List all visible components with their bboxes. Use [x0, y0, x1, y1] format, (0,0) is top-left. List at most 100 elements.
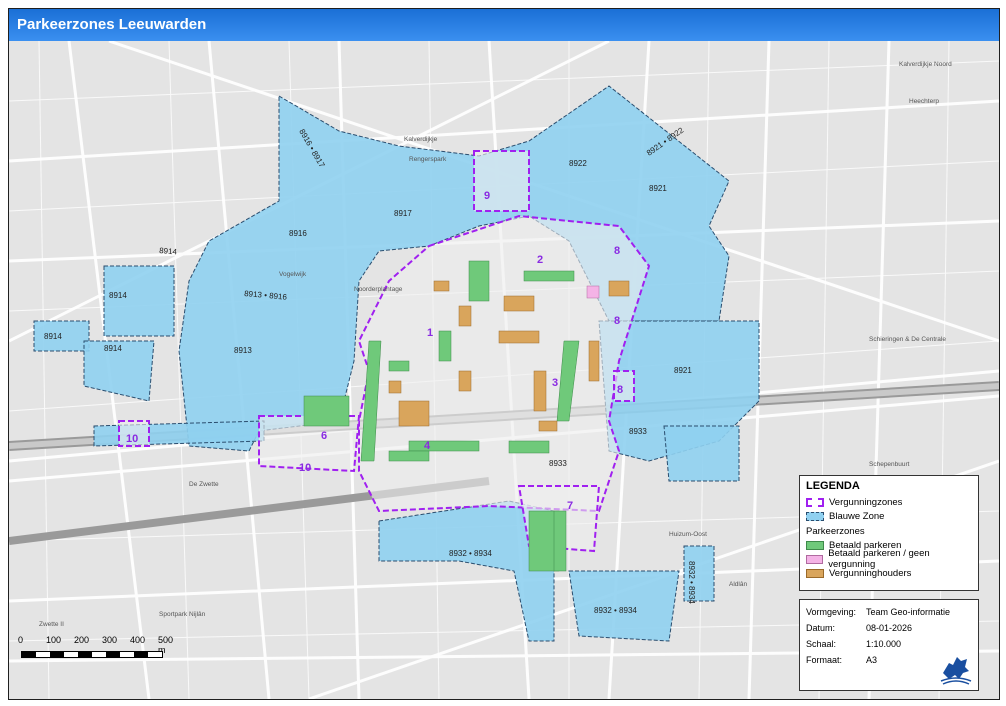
- meta-value: Team Geo-informatie: [866, 607, 951, 617]
- permit-zone-9: [473, 150, 530, 212]
- street-label: Aldlân: [729, 581, 747, 588]
- paid-parking-block-1: [468, 260, 490, 302]
- scale-labels: 0 100 200 300 400 500 m: [18, 635, 173, 655]
- street-label: Noorderplantage: [354, 286, 403, 293]
- scale-label: 300: [102, 635, 118, 645]
- scale-label: 100: [46, 635, 62, 645]
- map-frame: Parkeerzones Leeuwarden 8916 8917 8922 8…: [8, 8, 1000, 700]
- meta-value: 1:10.000: [866, 639, 902, 649]
- permit-holder-block-10: [538, 420, 558, 432]
- blue-zone-label: 8921: [649, 184, 667, 193]
- blue-zone-label: 8917: [394, 209, 412, 218]
- street-label: Huizum-Oost: [669, 531, 707, 538]
- blue-zone-label: 8916: [289, 229, 307, 238]
- permit-zone-label: 2: [537, 254, 543, 266]
- permit-holder-block-6: [533, 370, 547, 412]
- legend-swatch-paid: [806, 540, 824, 550]
- permit-holder-block-2: [458, 305, 472, 327]
- paid-parking-block-8: [388, 450, 430, 462]
- map-title: Parkeerzones Leeuwarden: [9, 9, 999, 41]
- meta-key: Formaat:: [806, 655, 843, 665]
- legend-label: Blauwe Zone: [829, 510, 885, 522]
- blue-zone-east-2: [663, 425, 740, 482]
- legend-title: LEGENDA: [806, 480, 860, 492]
- permit-holder-block-1: [433, 280, 450, 292]
- street-label: Kalverdijkje: [404, 136, 438, 143]
- paid-parking-block-6: [438, 330, 452, 362]
- street-label: Schepenbuurt: [869, 461, 910, 468]
- paid-parking-block-9: [508, 440, 550, 454]
- legend-item-blauwe-zone: Blauwe Zone: [806, 509, 972, 523]
- street-label: Sportpark Nijlân: [159, 611, 206, 618]
- legend-swatch-orange: [806, 568, 824, 578]
- permit-holder-block-5: [398, 400, 430, 427]
- permit-holder-block-4: [498, 330, 540, 344]
- permit-zone-label: 8: [614, 245, 620, 257]
- meta-value: 08-01-2026: [866, 623, 913, 633]
- permit-zone-label: 4: [424, 440, 431, 452]
- meta-value: A3: [866, 655, 878, 665]
- street-label: Zwette II: [39, 621, 64, 628]
- street-label: Heechterp: [909, 98, 939, 105]
- paid-parking-block-3: [408, 440, 480, 452]
- blue-zone-label: 8933: [629, 427, 647, 436]
- permit-zone-label: 3: [552, 377, 558, 389]
- permit-zone-label: 10: [299, 462, 311, 474]
- street-label: Vogelwijk: [279, 271, 307, 278]
- blue-zone-label: 8913: [234, 346, 252, 355]
- legend-swatch-permit: [806, 497, 824, 507]
- scale-label: 400: [130, 635, 146, 645]
- permit-zone-label: 1: [427, 327, 433, 339]
- permit-zone-label: 8: [614, 315, 620, 327]
- legend-item-vergunningzones: Vergunningzones: [806, 495, 972, 509]
- street-label: Rengerspark: [409, 156, 447, 163]
- blue-zone-label: 8933: [549, 459, 567, 468]
- legend-swatch-blue: [806, 511, 824, 521]
- blue-zone-label: 8921: [674, 366, 692, 375]
- blue-zone-label: 8932 • 8934: [687, 561, 696, 604]
- meta-key: Schaal:: [806, 639, 837, 649]
- legend-label: Vergunningzones: [829, 496, 903, 508]
- meta-key: Datum:: [806, 623, 836, 633]
- paid-parking-square: [303, 395, 350, 427]
- permit-holder-block-3: [503, 295, 535, 312]
- meta-key: Vormgeving:: [806, 607, 857, 617]
- meta-vormgeving: Vormgeving: Team Geo-informatie: [806, 604, 972, 620]
- permit-holder-block-7: [588, 340, 600, 382]
- paid-parking-block-5: [553, 510, 567, 572]
- legend-subtitle: Parkeerzones: [806, 526, 865, 537]
- meta-datum: Datum: 08-01-2026: [806, 620, 972, 636]
- legend-swatch-pink: [806, 554, 824, 564]
- blue-zone-label: 8922: [569, 159, 587, 168]
- blue-zone-label: 8914: [109, 291, 127, 300]
- paid-no-permit-areas: [586, 285, 600, 299]
- permit-zone-label: 7: [567, 500, 573, 512]
- permit-zone-label: 6: [321, 430, 327, 442]
- scale-bar-graphic: [21, 651, 163, 658]
- scale-label: 200: [74, 635, 90, 645]
- blue-zone-label: 8914: [44, 332, 62, 341]
- scale-bar: 0 100 200 300 400 500 m: [18, 635, 173, 667]
- blue-zone-label: 8932 • 8934: [594, 606, 637, 615]
- paid-parking-block-2: [523, 270, 575, 282]
- permit-zone-label: 8: [617, 384, 623, 396]
- street-label: Kalverdijkje Noord: [899, 61, 952, 68]
- blue-zone-label: 8914: [104, 344, 122, 353]
- paid-no-permit-block-1: [586, 285, 600, 299]
- legend-label: Vergunninghouders: [829, 567, 912, 579]
- street-label: Schieringen & De Centrale: [869, 336, 946, 343]
- street-label: De Zwette: [189, 481, 219, 488]
- blue-zone-west: [103, 265, 175, 337]
- lion-logo-icon: [940, 657, 972, 685]
- blue-zone-label: 8932 • 8934: [449, 549, 492, 558]
- permit-holder-block-9: [388, 380, 402, 394]
- permit-holder-block-8: [608, 280, 630, 297]
- permit-zone-label: 10: [126, 433, 138, 445]
- scale-label: 0: [18, 635, 24, 645]
- blue-zone-label: 8914: [159, 246, 178, 257]
- legend-item-pink: Betaald parkeren / geen vergunning: [806, 548, 972, 570]
- paid-parking-block-7: [388, 360, 410, 372]
- permit-zone-label: 9: [484, 190, 490, 202]
- legend: LEGENDA Vergunningzones Blauwe Zone Park…: [799, 475, 979, 591]
- permit-holder-block-11: [458, 370, 472, 392]
